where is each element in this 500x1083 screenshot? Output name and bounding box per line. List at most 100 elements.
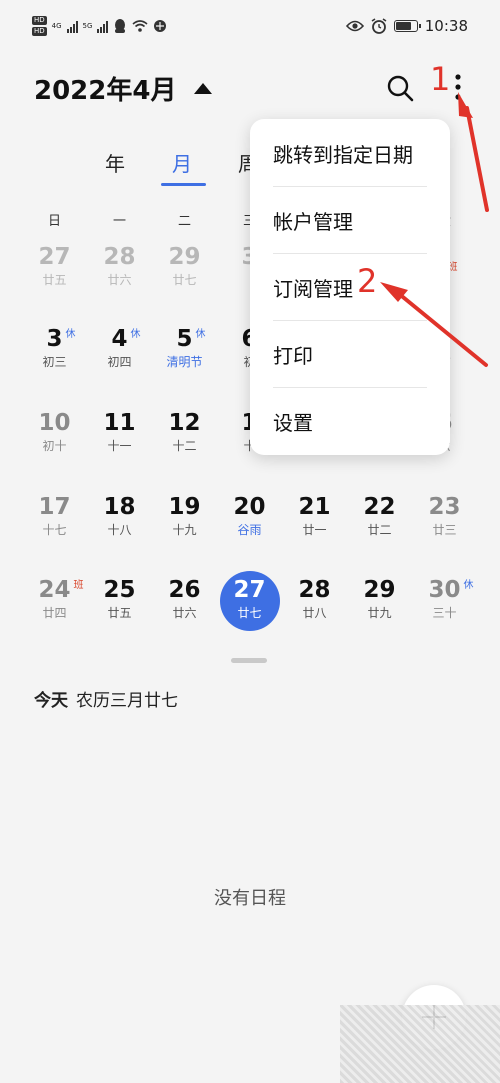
day-number: 29 bbox=[168, 244, 201, 270]
weekday-label: 日 bbox=[47, 214, 61, 229]
day-number: 20 bbox=[233, 494, 266, 520]
calendar-day[interactable]: 5 休清明节 bbox=[152, 326, 217, 396]
menu-item-print[interactable]: 打印 bbox=[250, 320, 450, 387]
lunar-day: 十二 bbox=[172, 439, 197, 453]
lunar-day: 廿五 bbox=[42, 273, 67, 287]
calendar-day[interactable]: 10 初十 bbox=[22, 410, 87, 480]
status-time: 10:38 bbox=[424, 17, 468, 35]
calendar-day[interactable]: 4 休初四 bbox=[87, 326, 152, 396]
day-number: 25 bbox=[103, 577, 136, 603]
day-number: 10 bbox=[38, 410, 71, 436]
calendar-day[interactable]: 20 谷雨 bbox=[217, 494, 282, 564]
menu-item-settings[interactable]: 设置 bbox=[250, 387, 450, 454]
annotation-step-1: 1 bbox=[430, 60, 451, 98]
calendar-day[interactable]: 11 十一 bbox=[87, 410, 152, 480]
calendar-day[interactable]: 23 廿三 bbox=[412, 494, 477, 564]
alarm-icon bbox=[371, 18, 387, 34]
calendar-day-today[interactable]: 27 廿七 bbox=[217, 571, 282, 647]
lunar-day: 十八 bbox=[107, 523, 132, 537]
calendar-day[interactable]: 29 廿七 bbox=[152, 244, 217, 314]
calendar-day[interactable]: 29 廿九 bbox=[347, 577, 412, 647]
tab-month[interactable]: 月 bbox=[172, 148, 192, 177]
lunar-day: 三十 bbox=[432, 606, 457, 620]
holiday-badge: 休 bbox=[130, 329, 141, 340]
lunar-day: 初四 bbox=[107, 355, 132, 369]
menu-item-label: 订阅管理 bbox=[273, 277, 353, 301]
today-label: 今天 bbox=[34, 691, 68, 711]
day-number: 23 bbox=[428, 494, 461, 520]
lunar-day: 廿七 bbox=[172, 273, 197, 287]
menu-item-account[interactable]: 帐户管理 bbox=[250, 186, 450, 253]
calendar-day[interactable]: 25 廿五 bbox=[87, 577, 152, 647]
menu-item-goto-date[interactable]: 跳转到指定日期 bbox=[250, 119, 450, 186]
network-type-2: 5G bbox=[82, 22, 93, 30]
overflow-menu: 跳转到指定日期 帐户管理 订阅管理 打印 设置 bbox=[250, 119, 450, 455]
signal-icon-2 bbox=[97, 19, 109, 33]
calendar-day[interactable]: 17 十七 bbox=[22, 494, 87, 564]
holiday-badge: 休 bbox=[195, 329, 206, 340]
mosaic-watermark bbox=[340, 1005, 500, 1083]
day-number: 3休 bbox=[46, 326, 75, 352]
calendar-day[interactable]: 24 班廿四 bbox=[22, 577, 87, 647]
calendar-day[interactable]: 27 廿五 bbox=[22, 244, 87, 314]
menu-item-label: 设置 bbox=[273, 411, 313, 435]
status-right: 10:38 bbox=[345, 17, 468, 35]
annotation-step-2: 2 bbox=[357, 262, 378, 300]
calendar-day[interactable]: 28 廿六 bbox=[87, 244, 152, 314]
weekday-label: 一 bbox=[112, 214, 126, 229]
lunar-day: 十七 bbox=[42, 523, 67, 537]
lunar-day: 廿一 bbox=[302, 523, 327, 537]
day-number: 27 bbox=[233, 577, 266, 603]
eye-icon bbox=[345, 20, 364, 32]
calendar-day[interactable]: 19 十九 bbox=[152, 494, 217, 564]
calendar-day[interactable]: 12 十二 bbox=[152, 410, 217, 480]
calendar-day[interactable]: 30 休三十 bbox=[412, 577, 477, 647]
holiday-badge: 休 bbox=[65, 329, 76, 340]
calendar-day[interactable]: 26 廿六 bbox=[152, 577, 217, 647]
lunar-day: 廿三 bbox=[432, 523, 457, 537]
day-number: 27 bbox=[38, 244, 71, 270]
month-selector[interactable]: 2022年4月 bbox=[34, 70, 213, 107]
day-number: 18 bbox=[103, 494, 136, 520]
holiday-badge: 休 bbox=[463, 580, 474, 591]
lunar-day: 廿二 bbox=[367, 523, 392, 537]
menu-item-label: 跳转到指定日期 bbox=[273, 143, 413, 167]
menu-item-subscription[interactable]: 订阅管理 bbox=[250, 253, 450, 320]
workday-badge: 班 bbox=[73, 580, 84, 591]
day-number: 11 bbox=[103, 410, 136, 436]
day-number: 26 bbox=[168, 577, 201, 603]
menu-item-label: 打印 bbox=[273, 344, 313, 368]
browser-icon bbox=[154, 20, 167, 32]
status-bar: HD HD 4G 5G 10:38 bbox=[0, 0, 500, 56]
more-vertical-icon[interactable] bbox=[450, 70, 466, 104]
lunar-day: 初十 bbox=[42, 439, 67, 453]
weekday-label: 二 bbox=[177, 214, 191, 229]
lunar-day: 廿七 bbox=[237, 606, 262, 620]
tab-active-indicator bbox=[161, 183, 206, 186]
calendar-day[interactable]: 18 十八 bbox=[87, 494, 152, 564]
hd-badges: HD HD bbox=[32, 16, 47, 36]
calendar-day[interactable]: 21 廿一 bbox=[282, 494, 347, 564]
day-number: 28 bbox=[298, 577, 331, 603]
drag-handle[interactable] bbox=[231, 658, 267, 663]
lunar-day: 廿九 bbox=[367, 606, 392, 620]
status-left: HD HD 4G 5G bbox=[32, 16, 167, 36]
calendar-day[interactable]: 3 休初三 bbox=[22, 326, 87, 396]
qq-icon bbox=[115, 18, 126, 33]
lunar-day: 初三 bbox=[42, 355, 67, 369]
lunar-day: 廿六 bbox=[172, 606, 197, 620]
day-number: 21 bbox=[298, 494, 331, 520]
day-number: 28 bbox=[103, 244, 136, 270]
menu-item-label: 帐户管理 bbox=[273, 210, 353, 234]
search-icon[interactable] bbox=[386, 74, 414, 102]
lunar-date: 农历三月廿七 bbox=[76, 691, 178, 711]
battery-icon bbox=[393, 20, 421, 32]
lunar-day: 廿六 bbox=[107, 273, 132, 287]
day-number: 24 班 bbox=[38, 577, 83, 603]
lunar-day: 廿八 bbox=[302, 606, 327, 620]
lunar-day: 廿五 bbox=[107, 606, 132, 620]
calendar-day[interactable]: 28 廿八 bbox=[282, 577, 347, 647]
tab-year[interactable]: 年 bbox=[105, 148, 125, 177]
lunar-day: 十九 bbox=[172, 523, 197, 537]
calendar-day[interactable]: 22 廿二 bbox=[347, 494, 412, 564]
